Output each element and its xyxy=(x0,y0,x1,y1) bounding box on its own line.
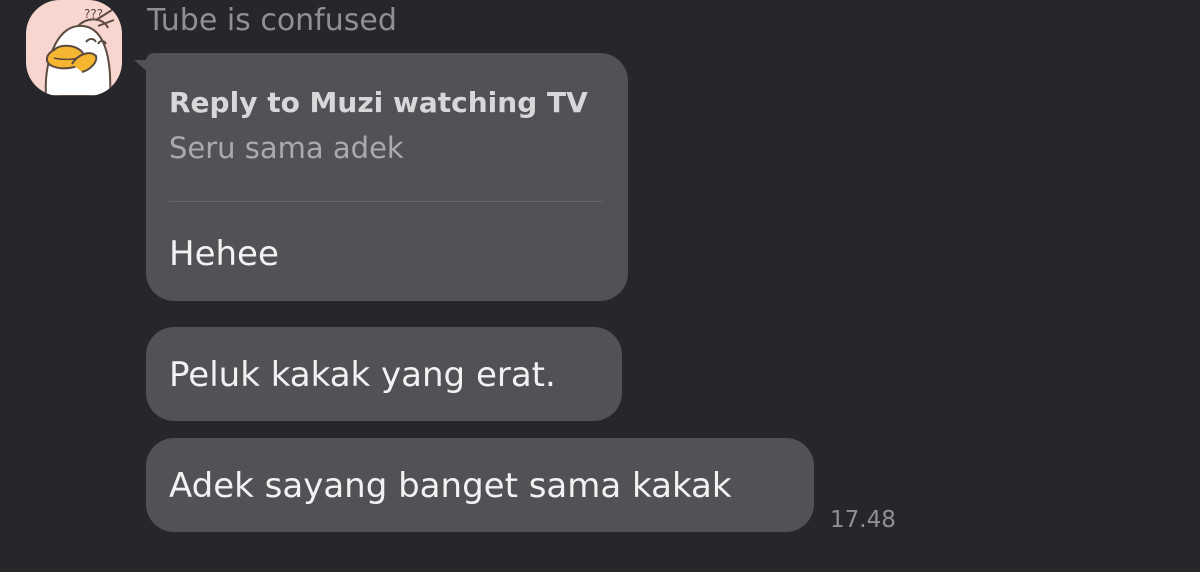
message-bubble-reply[interactable]: Reply to Muzi watching TV Seru sama adek… xyxy=(146,53,628,301)
svg-text:???: ??? xyxy=(84,7,103,21)
message-text: Hehee xyxy=(169,234,279,274)
confused-duck-icon: ??? xyxy=(44,7,115,96)
message-bubble[interactable]: Adek sayang banget sama kakak xyxy=(146,438,814,532)
reply-divider xyxy=(169,201,603,202)
message-text: Peluk kakak yang erat. xyxy=(169,355,556,395)
reply-to-title[interactable]: Reply to Muzi watching TV xyxy=(169,85,588,121)
message-bubble[interactable]: Peluk kakak yang erat. xyxy=(146,327,622,421)
reply-quoted-text[interactable]: Seru sama adek xyxy=(169,130,404,166)
message-timestamp: 17.48 xyxy=(830,507,896,533)
sender-name: Tube is confused xyxy=(147,3,397,38)
message-text: Adek sayang banget sama kakak xyxy=(169,466,732,506)
sender-avatar[interactable]: ??? xyxy=(26,0,122,96)
